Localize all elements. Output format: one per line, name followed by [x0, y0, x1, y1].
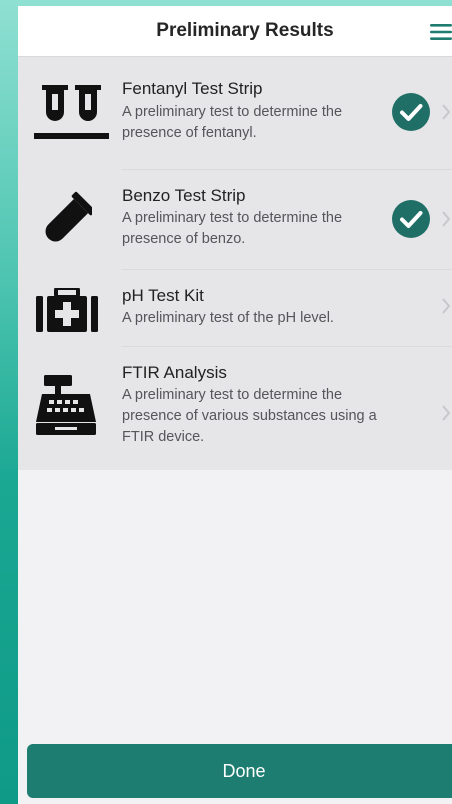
- test-description: A preliminary test of the pH level.: [122, 310, 334, 326]
- medical-kit-icon: [36, 288, 98, 332]
- test-item-ph[interactable]: pH Test Kit A preliminary test of the pH…: [18, 270, 452, 347]
- test-description: A preliminary test to determine the pres…: [122, 387, 377, 445]
- test-title: FTIR Analysis: [122, 363, 227, 382]
- test-item-ftir[interactable]: FTIR Analysis A preliminary test to dete…: [18, 347, 452, 470]
- test-description: A preliminary test to determine the pres…: [122, 104, 343, 141]
- test-tube-icon: [45, 191, 92, 242]
- header-bar: Preliminary Results: [18, 6, 452, 57]
- check-circle-icon: [392, 200, 430, 238]
- test-description: A preliminary test to determine the pres…: [122, 210, 343, 247]
- test-title: Fentanyl Test Strip: [122, 79, 263, 98]
- chevron-right-icon: [442, 104, 451, 120]
- test-title: pH Test Kit: [122, 286, 204, 305]
- chevron-right-icon: [442, 211, 451, 227]
- test-title: Benzo Test Strip: [122, 186, 246, 205]
- hamburger-menu-icon[interactable]: [430, 24, 452, 40]
- test-tubes-rack-icon: [34, 85, 109, 139]
- page-title: Preliminary Results: [156, 20, 334, 41]
- chevron-right-icon: [442, 298, 451, 314]
- app-screen: Preliminary Results Fentanyl Test Strip …: [18, 6, 452, 804]
- chevron-right-icon: [442, 405, 451, 421]
- check-circle-icon: [392, 93, 430, 131]
- done-button[interactable]: Done: [27, 744, 452, 798]
- test-item-fentanyl[interactable]: Fentanyl Test Strip A preliminary test t…: [18, 57, 452, 170]
- test-item-benzo[interactable]: Benzo Test Strip A preliminary test to d…: [18, 170, 452, 270]
- test-list: Fentanyl Test Strip A preliminary test t…: [18, 57, 452, 470]
- cash-register-icon: [36, 375, 96, 435]
